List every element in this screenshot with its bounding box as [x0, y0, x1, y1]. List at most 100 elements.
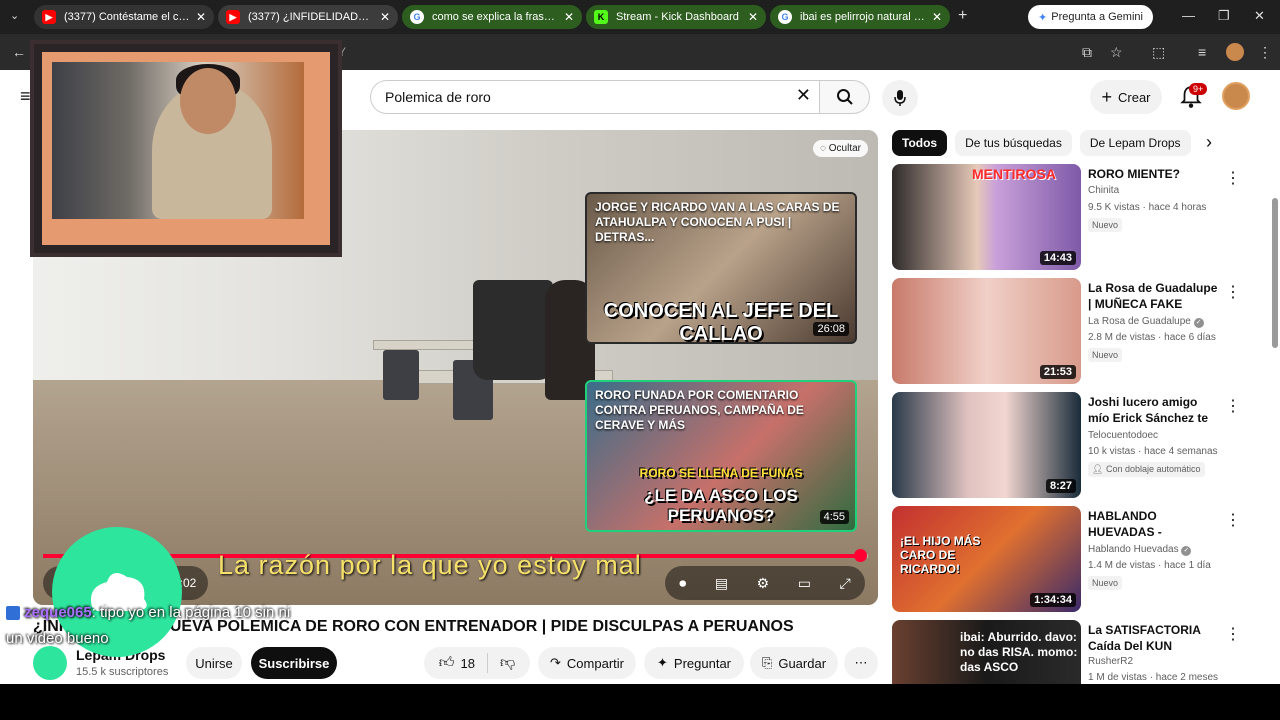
maximize-icon[interactable]: ❐ — [1218, 8, 1230, 24]
recommendation-title[interactable]: RORO MIENTE? — [1088, 166, 1218, 182]
save-label: Guardar — [778, 655, 827, 671]
page-scrollbar[interactable] — [1272, 198, 1278, 348]
create-label: Crear — [1118, 89, 1151, 105]
gemini-button[interactable]: ✦ Pregunta a Gemini — [1028, 5, 1153, 29]
close-icon[interactable]: ✕ — [196, 10, 206, 24]
chip-from-channel[interactable]: De Lepam Drops — [1079, 130, 1191, 156]
chip-all[interactable]: Todos — [892, 130, 948, 156]
youtube-icon: ▶ — [42, 10, 56, 24]
save-button[interactable]: ⎘ Guardar — [750, 647, 838, 679]
scrubber-handle[interactable] — [853, 549, 867, 562]
dubbing-icon: 👤︎ — [1092, 464, 1104, 474]
extensions-icon[interactable]: ⬚ — [1152, 44, 1165, 61]
recommendation-title[interactable]: HABLANDO HUEVADAS - Duodécima Tempora... — [1088, 508, 1218, 540]
back-icon[interactable]: ← — [12, 44, 26, 60]
settings-gear-icon[interactable]: ⚙ — [757, 575, 770, 592]
autoplay-toggle-icon[interactable]: ⏺ — [679, 575, 686, 592]
join-button[interactable]: Unirse — [186, 647, 242, 679]
tab-2[interactable]: ▶ (3377) ¿INFIDELIDAD? NUEV ✕ — [218, 5, 398, 29]
close-icon[interactable]: ✕ — [748, 10, 758, 24]
recommendation-channel-row[interactable]: La Rosa de Guadalupe ✓ — [1088, 316, 1204, 328]
create-button[interactable]: + Crear — [1090, 80, 1162, 114]
more-actions-button[interactable]: ⋯ — [844, 647, 878, 679]
subscribe-button[interactable]: Suscribirse — [251, 647, 337, 679]
video-thumbnail[interactable]: 8:27 — [892, 392, 1081, 498]
video-thumbnail[interactable]: 21:53 — [892, 278, 1081, 384]
recommendation-channel[interactable]: Telocuentodoec — [1088, 430, 1158, 441]
screen: ⌄ ▶ (3377) Contéstame el cel - Yo ✕ ▶ (3… — [0, 0, 1280, 720]
tab-4[interactable]: K Stream - Kick Dashboard ✕ — [586, 5, 766, 29]
menu-kebab-icon[interactable]: ⋮ — [1258, 44, 1272, 61]
recommendation-channel: La Rosa de Guadalupe — [1088, 316, 1191, 327]
ask-button[interactable]: ✦ Preguntar — [644, 647, 744, 679]
endcard-duration: 26:08 — [813, 322, 849, 336]
video-thumbnail[interactable]: ¡EL HIJO MÁS CARO DE RICARDO! 1:34:34 — [892, 506, 1081, 612]
like-icon[interactable]: 👍︎ — [439, 654, 455, 672]
more-vert-icon[interactable]: ⋮ — [1225, 396, 1241, 416]
tab-5[interactable]: G ibai es pelirrojo natural - Bus ✕ — [770, 5, 950, 29]
share-button[interactable]: ↷ Compartir — [538, 647, 636, 679]
tab-1[interactable]: ▶ (3377) Contéstame el cel - Yo ✕ — [34, 5, 214, 29]
minimize-icon[interactable]: — — [1182, 8, 1195, 23]
gemini-icon: ✦ — [1038, 11, 1048, 24]
account-avatar[interactable] — [1222, 82, 1250, 110]
subscriber-count: 15.5 k suscriptores — [76, 666, 169, 678]
endcard-video-2[interactable]: RORO FUNADA POR COMENTARIO CONTRA PERUAN… — [585, 380, 857, 532]
divider — [486, 653, 488, 673]
recommendation-item[interactable]: ¡EL HIJO MÁS CARO DE RICARDO! 1:34:34 HA… — [892, 506, 1272, 614]
more-vert-icon[interactable]: ⋮ — [1225, 168, 1241, 188]
install-icon[interactable]: ⧉ — [1082, 44, 1092, 61]
recommendation-channel[interactable]: Chinita — [1088, 185, 1119, 196]
search-button[interactable] — [820, 80, 870, 114]
recommendation-channel[interactable]: RusherR2 — [1088, 656, 1133, 667]
endcard-caption: CONOCEN AL JEFE DEL CALLAO — [603, 300, 839, 344]
window-close-icon[interactable]: ✕ — [1254, 8, 1265, 24]
media-icon[interactable]: ≡ — [1198, 44, 1206, 60]
recommendation-item[interactable]: 21:53 La Rosa de Guadalupe | MUÑECA FAKE… — [892, 278, 1272, 386]
theater-mode-icon[interactable]: ▭ — [798, 575, 811, 592]
like-dislike-group: 👍︎ 18 👎︎ — [424, 647, 530, 679]
dislike-icon[interactable]: 👎︎ — [500, 654, 515, 672]
recommendation-title[interactable]: La Rosa de Guadalupe | MUÑECA FAKE [Part… — [1088, 280, 1218, 312]
video-thumbnail[interactable]: MENTIROSA 14:43 — [892, 164, 1081, 270]
recommendation-channel-row[interactable]: Hablando Huevadas ✓ — [1088, 544, 1192, 556]
new-tab-button[interactable]: + — [958, 7, 967, 25]
verified-icon: ✓ — [1193, 318, 1204, 328]
more-vert-icon[interactable]: ⋮ — [1225, 282, 1241, 302]
recommendation-item[interactable]: ibai: Aburrido. davo: no das RISA. momo:… — [892, 620, 1272, 684]
hamburger-menu-icon[interactable]: ≡ — [20, 86, 31, 107]
recommendation-item[interactable]: MENTIROSA 14:43 RORO MIENTE? Chinita 9.5… — [892, 164, 1272, 272]
thumbnail-text: ibai: Aburrido. davo: no das RISA. momo:… — [960, 630, 1078, 674]
close-icon[interactable]: ✕ — [564, 10, 574, 24]
filter-chips: Todos De tus búsquedas De Lepam Drops — [892, 130, 1191, 158]
clear-search-icon[interactable]: ✕ — [796, 85, 811, 106]
streamer-face — [180, 68, 236, 134]
tab-3[interactable]: G como se explica la frase, yo n ✕ — [402, 5, 582, 29]
youtube-icon: ▶ — [226, 10, 240, 24]
bookmark-star-icon[interactable]: ☆ — [1110, 44, 1123, 61]
search-input[interactable]: Polemica de roro ✕ — [370, 80, 820, 114]
voice-search-button[interactable] — [882, 80, 918, 116]
tab-search-icon[interactable]: ⌄ — [10, 9, 19, 22]
chip-from-searches[interactable]: De tus búsquedas — [955, 130, 1072, 156]
fullscreen-icon[interactable]: ⤢ — [839, 575, 850, 592]
chevron-right-icon[interactable]: › — [1206, 132, 1212, 153]
close-icon[interactable]: ✕ — [380, 10, 390, 24]
profile-avatar[interactable] — [1226, 43, 1244, 61]
recommendation-meta: 1 M de vistas · hace 2 meses — [1088, 672, 1219, 683]
close-icon[interactable]: ✕ — [932, 10, 942, 24]
recommendation-title[interactable]: La SATISFACTORIA Caída Del KUN AGÜERO — [1088, 622, 1218, 654]
video-thumbnail[interactable]: ibai: Aburrido. davo: no das RISA. momo:… — [892, 620, 1081, 684]
more-vert-icon[interactable]: ⋮ — [1225, 510, 1241, 530]
recommendation-item[interactable]: 8:27 Joshi lucero amigo mío Erick Sánche… — [892, 392, 1272, 500]
subtitles-icon[interactable]: ▤ — [715, 575, 728, 592]
search-icon — [836, 89, 853, 105]
recommendation-title[interactable]: Joshi lucero amigo mío Erick Sánchez te … — [1088, 394, 1218, 426]
hide-endcards-button[interactable]: ◌ Ocultar — [813, 140, 868, 157]
tab-title: ibai es pelirrojo natural - Bus — [800, 11, 926, 23]
channel-avatar[interactable] — [33, 646, 67, 680]
endcard-video-1[interactable]: JORGE Y RICARDO VAN A LAS CARAS DE ATAHU… — [585, 192, 857, 344]
more-vert-icon[interactable]: ⋮ — [1225, 624, 1241, 644]
recommendation-meta: 1.4 M de vistas · hace 1 día — [1088, 560, 1211, 571]
endcard-duration: 4:55 — [819, 510, 849, 524]
